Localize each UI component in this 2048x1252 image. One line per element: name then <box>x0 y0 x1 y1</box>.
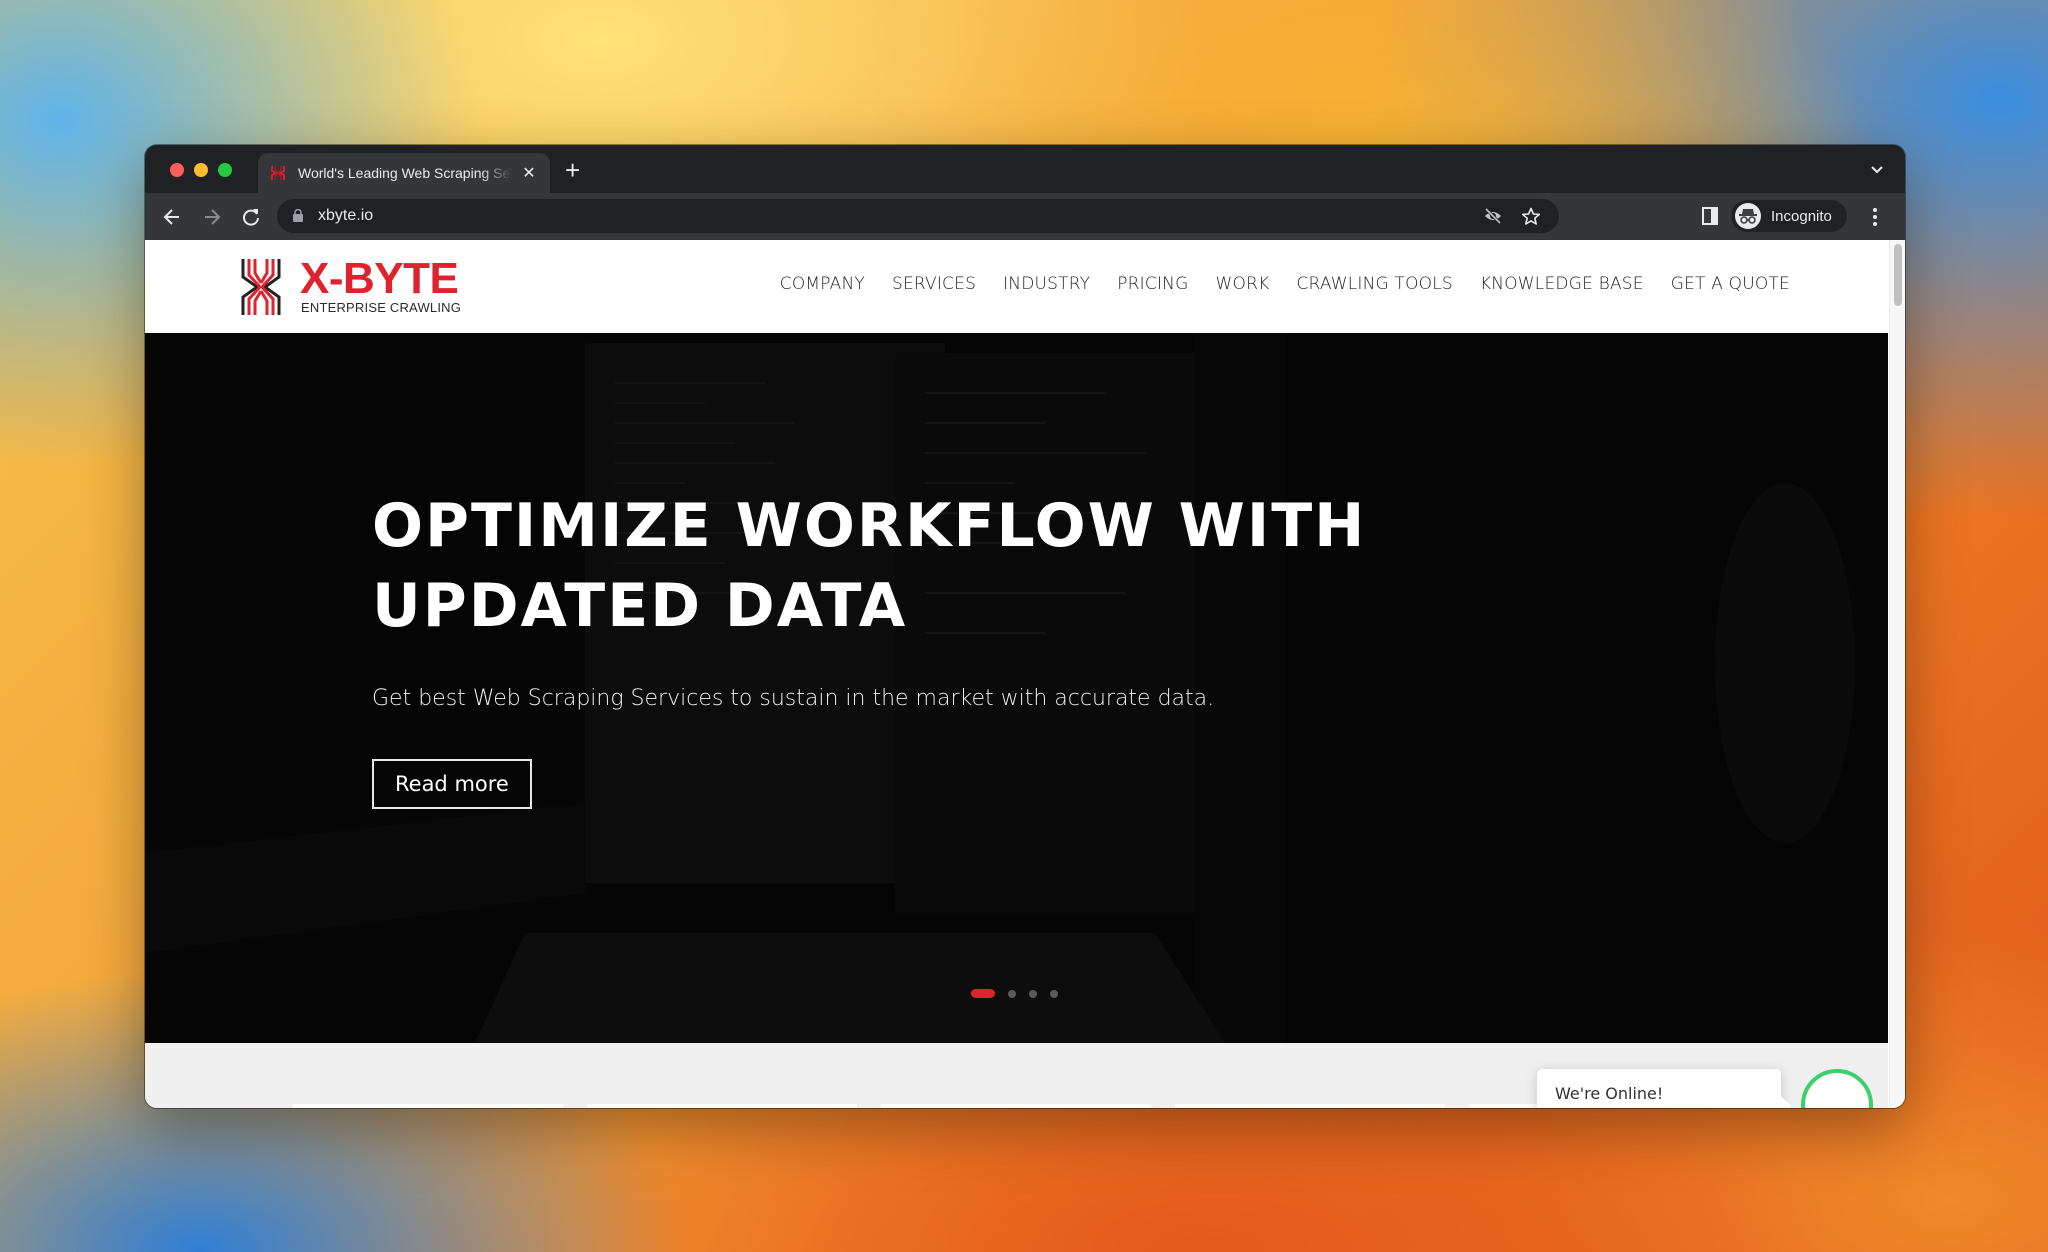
xbyte-logo-icon <box>271 166 285 180</box>
title-bar: World's Leading Web Scraping Services ✕ … <box>145 145 1905 193</box>
hero-subtitle: Get best Web Scraping Services to sustai… <box>372 686 1215 711</box>
page-scrollbar[interactable] <box>1889 240 1905 1108</box>
main-nav: COMPANY SERVICES INDUSTRY PRICING WORK C… <box>753 274 1790 294</box>
arrow-right-icon[interactable] <box>201 206 223 228</box>
hero-title-line-2: UPDATED DATA <box>372 571 908 641</box>
kebab-menu-icon[interactable] <box>1872 207 1878 227</box>
arrow-left-icon[interactable] <box>161 206 183 228</box>
plus-icon[interactable]: + <box>565 157 580 183</box>
feature-card <box>293 1104 563 1108</box>
slider-dot-4[interactable] <box>1050 989 1058 998</box>
browser-toolbar: xbyte.io Incognito <box>145 193 1905 240</box>
nav-item-company[interactable]: COMPANY <box>780 274 865 294</box>
slider-pagination <box>971 989 1058 998</box>
logo-tagline: ENTERPRISE CRAWLING <box>301 300 462 315</box>
chat-subtitle: How may i assist you? <box>1555 1105 1763 1108</box>
chat-greeting-bubble[interactable]: We're Online! How may i assist you? <box>1537 1069 1781 1108</box>
scrollbar-thumb[interactable] <box>1894 244 1902 306</box>
minimize-window-button[interactable] <box>194 163 208 177</box>
slider-dot-1[interactable] <box>971 989 995 998</box>
eye-off-icon[interactable] <box>1483 207 1503 225</box>
site-header: X-BYTE ENTERPRISE CRAWLING COMPANY SERVI… <box>145 240 1888 333</box>
nav-item-crawling-tools[interactable]: CRAWLING TOOLS <box>1296 274 1453 294</box>
site-logo[interactable]: X-BYTE ENTERPRISE CRAWLING <box>240 256 461 318</box>
nav-item-industry[interactable]: INDUSTRY <box>1003 274 1090 294</box>
xbyte-logo-mark-icon <box>241 259 281 315</box>
feature-card <box>587 1104 857 1108</box>
web-page: X-BYTE ENTERPRISE CRAWLING COMPANY SERVI… <box>145 240 1888 1108</box>
lock-icon[interactable] <box>293 209 303 222</box>
incognito-icon <box>1735 203 1761 229</box>
chevron-down-icon[interactable] <box>1869 161 1885 177</box>
browser-window: World's Leading Web Scraping Services ✕ … <box>145 145 1905 1108</box>
hero-content: OPTIMIZE WORKFLOW WITH UPDATED DATA Get … <box>372 486 1366 809</box>
page-viewport: X-BYTE ENTERPRISE CRAWLING COMPANY SERVI… <box>145 240 1905 1108</box>
feature-card <box>881 1104 1151 1108</box>
reload-icon[interactable] <box>240 206 262 228</box>
close-window-button[interactable] <box>170 163 184 177</box>
star-icon[interactable] <box>1521 207 1541 226</box>
hero-slider: OPTIMIZE WORKFLOW WITH UPDATED DATA Get … <box>145 333 1888 1043</box>
slider-dot-3[interactable] <box>1029 989 1037 998</box>
nav-item-get-a-quote[interactable]: GET A QUOTE <box>1671 274 1790 294</box>
nav-item-pricing[interactable]: PRICING <box>1117 274 1188 294</box>
close-icon[interactable]: ✕ <box>520 163 538 183</box>
feature-card <box>1175 1104 1445 1108</box>
read-more-button[interactable]: Read more <box>372 759 532 809</box>
address-bar[interactable]: xbyte.io <box>277 199 1559 233</box>
logo-name: X-BYTE <box>300 254 459 303</box>
chat-title: We're Online! <box>1555 1084 1664 1103</box>
profile-label: Incognito <box>1771 207 1832 225</box>
url-text[interactable]: xbyte.io <box>318 207 373 225</box>
nav-item-knowledge-base[interactable]: KNOWLEDGE BASE <box>1480 274 1644 294</box>
hero-title-line-1: OPTIMIZE WORKFLOW WITH <box>372 491 1367 561</box>
zoom-window-button[interactable] <box>218 163 232 177</box>
slider-dot-2[interactable] <box>1008 989 1016 998</box>
nav-item-work[interactable]: WORK <box>1215 274 1269 294</box>
hero-title: OPTIMIZE WORKFLOW WITH UPDATED DATA <box>372 486 1366 646</box>
browser-tab[interactable]: World's Leading Web Scraping Services ✕ <box>258 153 550 193</box>
nav-item-services[interactable]: SERVICES <box>892 274 976 294</box>
profile-button[interactable]: Incognito <box>1731 200 1847 232</box>
side-panel-icon[interactable] <box>1702 207 1718 225</box>
tab-title: World's Leading Web Scraping Services <box>298 165 512 181</box>
